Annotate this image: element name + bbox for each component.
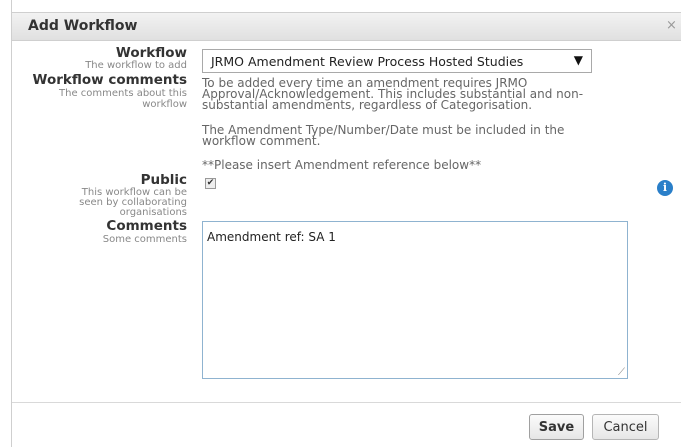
workflow-comment-line-5: workflow comment. [202, 134, 321, 148]
workflow-comments-sublabel-2: workflow [142, 99, 187, 110]
workflow-comment-line-3: substantial amendments, regardless of Ca… [202, 98, 533, 112]
workflow-comment-line-6: **Please insert Amendment reference belo… [202, 158, 482, 172]
workflow-label: Workflow [115, 45, 187, 61]
add-workflow-dialog: Add Workflow × Workflow The workflow to … [11, 0, 681, 447]
cancel-button[interactable]: Cancel [592, 414, 659, 440]
comments-textarea[interactable]: Amendment ref: SA 1 [202, 221, 628, 379]
close-icon[interactable]: × [666, 18, 677, 33]
footer-divider [12, 402, 681, 403]
workflow-sublabel: The workflow to add [85, 60, 187, 71]
info-icon[interactable]: i [657, 180, 673, 196]
workflow-select-value: JRMO Amendment Review Process Hosted Stu… [211, 54, 524, 69]
workflow-comments-sublabel-1: The comments about this [59, 88, 187, 99]
public-sublabel-3: organisations [119, 207, 187, 218]
comments-sublabel: Some comments [102, 234, 187, 245]
workflow-comments-label: Workflow comments [32, 72, 187, 88]
label-column: Workflow The workflow to add Workflow co… [12, 0, 187, 447]
save-button[interactable]: Save [529, 414, 584, 440]
comments-label: Comments [106, 218, 187, 234]
chevron-down-icon: ▼ [573, 53, 583, 67]
public-checkbox[interactable]: ✔ [205, 178, 216, 189]
workflow-select[interactable]: JRMO Amendment Review Process Hosted Stu… [202, 49, 592, 73]
public-label: Public [140, 172, 187, 188]
resize-handle-icon[interactable]: ⟋ [618, 367, 625, 378]
